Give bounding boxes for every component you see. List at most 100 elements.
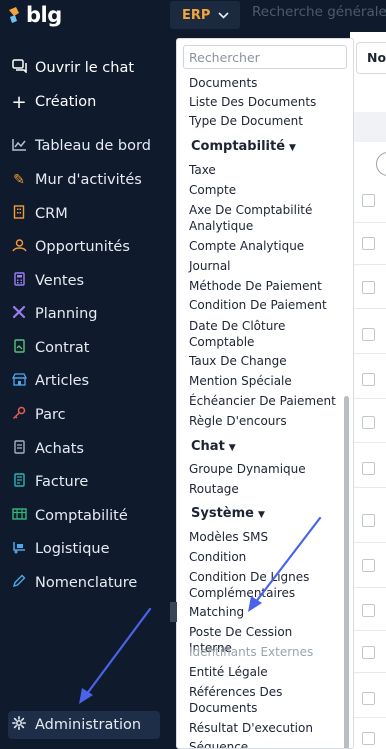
sidebar-item-label: Mur d'activités (35, 172, 142, 188)
menu-item-compte-analytique[interactable]: Compte Analytique (189, 238, 337, 254)
column-filter-nom[interactable]: Nom (356, 42, 386, 74)
dropdown-search-input[interactable] (183, 45, 347, 69)
row-checkbox[interactable] (362, 237, 375, 250)
row-divider (350, 308, 386, 309)
sidebar-item-crm[interactable]: CRM (8, 200, 160, 228)
sidebar-item-label: Planning (35, 306, 98, 322)
sidebar-item-articles[interactable]: Articles (8, 367, 160, 395)
row-checkbox[interactable] (362, 559, 375, 572)
row-checkbox[interactable] (362, 281, 375, 294)
menu-item-regle-d-encours[interactable]: Règle D'encours (189, 413, 337, 429)
row-divider (350, 442, 386, 443)
logo-icon (6, 5, 22, 25)
sidebar-item-label: Ventes (35, 273, 85, 289)
row-checkbox[interactable] (362, 732, 375, 745)
app-logo[interactable]: blg (6, 0, 62, 30)
filter-pill[interactable] (376, 152, 386, 176)
menu-item-date-de-cloture-comptable[interactable]: Date De Clôture Comptable (189, 318, 337, 350)
menu-item-routage[interactable]: Routage (189, 481, 337, 497)
row-checkbox[interactable] (362, 328, 375, 341)
row-divider (350, 672, 386, 673)
row-checkbox[interactable] (362, 604, 375, 617)
create-label: Création (35, 94, 97, 110)
row-divider (350, 398, 386, 399)
menu-item-journal[interactable]: Journal (189, 258, 337, 274)
edit-icon: ✎ (13, 172, 25, 188)
create-button[interactable]: + Création (8, 88, 160, 116)
sidebar-item-label: Opportunités (35, 239, 130, 255)
global-search-input[interactable]: Recherche générale (252, 4, 386, 26)
receipt-icon (8, 440, 30, 458)
sidebar-item-nomenclature[interactable]: Nomenclature (8, 569, 160, 597)
sidebar-item-tableau-de-bord[interactable]: Tableau de bord (8, 132, 160, 160)
sidebar-item-ventes[interactable]: Ventes (8, 267, 160, 295)
contract-icon (8, 339, 30, 357)
row-divider (350, 222, 386, 223)
menu-item-axe-comptabilite-analytique[interactable]: Axe De Comptabilité Analytique (189, 202, 337, 234)
chat-icon (8, 59, 30, 77)
menu-item-condition-de-lignes-complementaires[interactable]: Condition De Lignes Complémentaires (189, 569, 337, 601)
sidebar-item-planning[interactable]: Planning (8, 300, 160, 328)
gear-icon (8, 716, 30, 734)
sidebar-item-mur-activites[interactable]: ✎ Mur d'activités (8, 166, 160, 194)
menu-item-methode-de-paiement[interactable]: Méthode De Paiement (189, 278, 337, 294)
row-checkbox[interactable] (362, 692, 375, 705)
row-divider (350, 542, 386, 543)
menu-item-condition[interactable]: Condition (189, 549, 337, 565)
select-all-checkbox[interactable] (362, 194, 375, 207)
menu-item-entite-legale[interactable]: Entité Légale (189, 664, 337, 680)
menu-item-liste-des-documents[interactable]: Liste Des Documents (189, 94, 337, 110)
menu-item-taux-de-change[interactable]: Taux De Change (189, 353, 337, 369)
pen-icon (8, 574, 30, 592)
menu-item-documents[interactable]: Documents (189, 75, 337, 91)
section-header-systeme[interactable]: Système ▼ (191, 506, 265, 523)
menu-item-taxe[interactable]: Taxe (189, 162, 337, 178)
section-header-comptabilite[interactable]: Comptabilité ▼ (191, 139, 296, 156)
sidebar-item-label: Comptabilité (35, 508, 128, 524)
sidebar: blg Ouvrir le chat + Création Tableau de… (0, 0, 170, 749)
sidebar-item-label: Facture (35, 474, 89, 490)
sidebar-item-label: CRM (35, 206, 68, 222)
row-checkbox[interactable] (362, 416, 375, 429)
open-chat-button[interactable]: Ouvrir le chat (8, 54, 160, 82)
module-selector[interactable]: ERP (170, 1, 240, 29)
sidebar-item-parc[interactable]: Parc (8, 401, 160, 429)
menu-item-type-de-document[interactable]: Type De Document (189, 113, 337, 129)
ledger-icon (8, 508, 30, 524)
menu-item-matching[interactable]: Matching (189, 604, 337, 620)
menu-item-mention-speciale[interactable]: Mention Spéciale (189, 373, 337, 389)
row-divider (350, 717, 386, 718)
row-checkbox[interactable] (362, 514, 375, 527)
row-divider (350, 587, 386, 588)
menu-item-echeancier-de-paiement[interactable]: Échéancier De Paiement (189, 393, 337, 409)
tools-icon (8, 305, 30, 323)
menu-item-modeles-sms[interactable]: Modèles SMS (189, 529, 337, 545)
row-checkbox[interactable] (362, 462, 375, 475)
menu-item-identifiants-externes: Identifiants Externes (189, 645, 314, 659)
invoice-icon (8, 473, 30, 491)
sidebar-item-achats[interactable]: Achats (8, 435, 160, 463)
module-label: ERP (182, 7, 211, 23)
row-checkbox[interactable] (362, 646, 375, 659)
sidebar-item-comptabilite[interactable]: Comptabilité (8, 502, 160, 530)
dropdown-scrollbar[interactable] (344, 396, 349, 748)
sidebar-item-label: Logistique (35, 541, 110, 557)
menu-item-condition-de-paiement[interactable]: Condition De Paiement (189, 297, 337, 313)
menu-item-groupe-dynamique[interactable]: Groupe Dynamique (189, 461, 337, 477)
menu-item-sequence[interactable]: Séquence (189, 739, 337, 748)
section-header-chat[interactable]: Chat ▼ (191, 439, 236, 456)
menu-item-resultat-d-execution[interactable]: Résultat D'execution (189, 720, 337, 736)
sidebar-item-logistique[interactable]: Logistique (8, 535, 160, 563)
sidebar-item-opportunites[interactable]: Opportunités (8, 233, 160, 261)
menu-item-compte[interactable]: Compte (189, 182, 337, 198)
logo-text: blg (26, 3, 62, 27)
row-checkbox[interactable] (362, 373, 375, 386)
top-bar: ERP Recherche générale (170, 0, 386, 32)
sidebar-item-label: Contrat (35, 340, 90, 356)
sidebar-item-contrat[interactable]: Contrat (8, 334, 160, 362)
sidebar-item-administration[interactable]: Administration (8, 711, 160, 739)
sidebar-item-facture[interactable]: Facture (8, 468, 160, 496)
row-divider (350, 487, 386, 488)
menu-item-references-des-documents[interactable]: Références Des Documents (189, 684, 337, 716)
key-icon (8, 406, 30, 424)
